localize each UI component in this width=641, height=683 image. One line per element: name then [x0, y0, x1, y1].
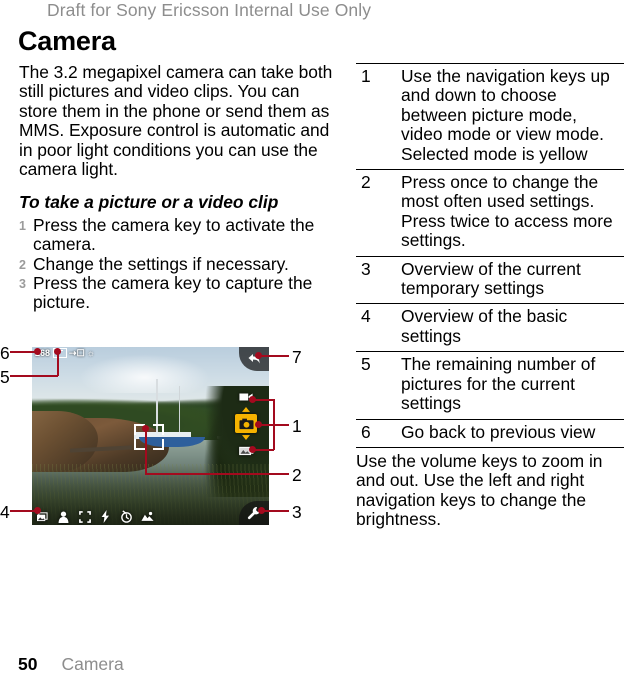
still-camera-icon	[238, 418, 254, 429]
footer-section-title: Camera	[61, 654, 124, 674]
procedure-steps: Press the camera key to activate the cam…	[19, 214, 339, 313]
steady-shot-icon: ☼	[86, 347, 95, 358]
focus-corner-icon	[152, 423, 164, 435]
page-number: 50	[18, 654, 38, 674]
row-number: 3	[361, 258, 371, 279]
row-number: 1	[361, 66, 371, 86]
focus-corner-icon	[133, 438, 145, 450]
callout-label-7: 7	[292, 347, 302, 367]
phone-screenshot: 268 ⇢☐ ☼	[32, 347, 269, 525]
leader-line-1a	[252, 399, 274, 401]
procedure-subheading: To take a picture or a video clip	[19, 192, 279, 213]
manual-page: Draft for Sony Ericsson Internal Use Onl…	[0, 0, 641, 683]
viewfinder-status-row: 268 ⇢☐ ☼	[35, 348, 95, 358]
row-description: Overview of the basic settings	[401, 306, 568, 346]
mode-caret-up-icon	[242, 407, 250, 412]
page-footer: 50 Camera	[18, 654, 124, 675]
leader-line-1b	[258, 424, 289, 426]
leader-line-1c	[252, 449, 274, 451]
list-item: Press the camera key to capture the pict…	[19, 273, 313, 313]
row-number: 2	[361, 172, 371, 193]
mode-caret-down-icon	[242, 435, 250, 440]
row-description: The remaining number of pictures for the…	[401, 354, 596, 414]
callout-label-3: 3	[292, 502, 302, 522]
row-number: 6	[361, 421, 371, 442]
table-footnote: Use the volume keys to zoom in and out. …	[356, 446, 624, 530]
row-number: 5	[361, 354, 371, 375]
callout-label-4: 4	[0, 502, 10, 522]
callout-label-6: 6	[0, 343, 10, 363]
table-row: 4 Overview of the basic settings	[356, 303, 624, 352]
leader-line-2h	[145, 473, 289, 475]
table-row: 5 The remaining number of pictures for t…	[356, 351, 624, 419]
leader-dot-5	[54, 348, 61, 355]
leader-dot-7	[255, 352, 262, 359]
table-row: 6 Go back to previous view	[356, 419, 624, 447]
callout-reference-table: 1 Use the navigation keys up and down to…	[356, 63, 624, 447]
row-number: 4	[361, 306, 371, 327]
callout-label-5: 5	[0, 367, 10, 387]
callout-label-2: 2	[292, 465, 302, 485]
row-description: Press once to change the most often used…	[401, 172, 613, 251]
leader-line-2v	[145, 428, 147, 474]
list-item: Press the camera key to activate the cam…	[19, 214, 315, 255]
leader-line-5	[10, 375, 58, 377]
intro-paragraph: The 3.2 megapixel camera can take both s…	[19, 62, 333, 180]
draft-notice: Draft for Sony Ericsson Internal Use Onl…	[47, 0, 372, 20]
self-timer-icon[interactable]	[120, 510, 133, 523]
leader-line-3	[262, 510, 289, 512]
row-description: Use the navigation keys up and down to c…	[401, 66, 610, 164]
leader-dot-4	[34, 507, 41, 514]
leader-dot-3	[258, 507, 265, 514]
leader-dot-6	[34, 348, 41, 355]
leader-line-7	[259, 355, 289, 357]
flash-icon[interactable]	[99, 510, 112, 523]
portrait-icon[interactable]	[57, 510, 70, 523]
photo-cloud	[79, 354, 210, 394]
table-row: 1 Use the navigation keys up and down to…	[356, 63, 624, 170]
table-row: 2 Press once to change the most often us…	[356, 169, 624, 257]
memory-card-icon: ⇢☐	[69, 347, 85, 358]
table-row: 3 Overview of the current temporary sett…	[356, 256, 624, 304]
photo-boat-mast	[178, 386, 181, 438]
focus-corner-icon	[152, 438, 164, 450]
callout-label-1: 1	[292, 416, 302, 436]
mode-picture-icon[interactable]	[235, 414, 257, 433]
viewfinder-bottom-toolbar[interactable]	[36, 510, 154, 523]
right-column: 1 Use the navigation keys up and down to…	[356, 63, 624, 547]
camera-viewfinder-figure: 268 ⇢☐ ☼ 6 5 4 7 1 2 3	[0, 338, 330, 538]
row-description: Go back to previous view	[401, 421, 596, 442]
left-column: The 3.2 megapixel camera can take both s…	[19, 62, 339, 313]
list-item: Change the settings if necessary.	[19, 253, 289, 275]
page-title: Camera	[18, 26, 116, 56]
row-description: Overview of the current temporary settin…	[401, 258, 581, 299]
scenes-icon[interactable]	[141, 510, 154, 523]
focus-icon[interactable]	[78, 510, 91, 523]
